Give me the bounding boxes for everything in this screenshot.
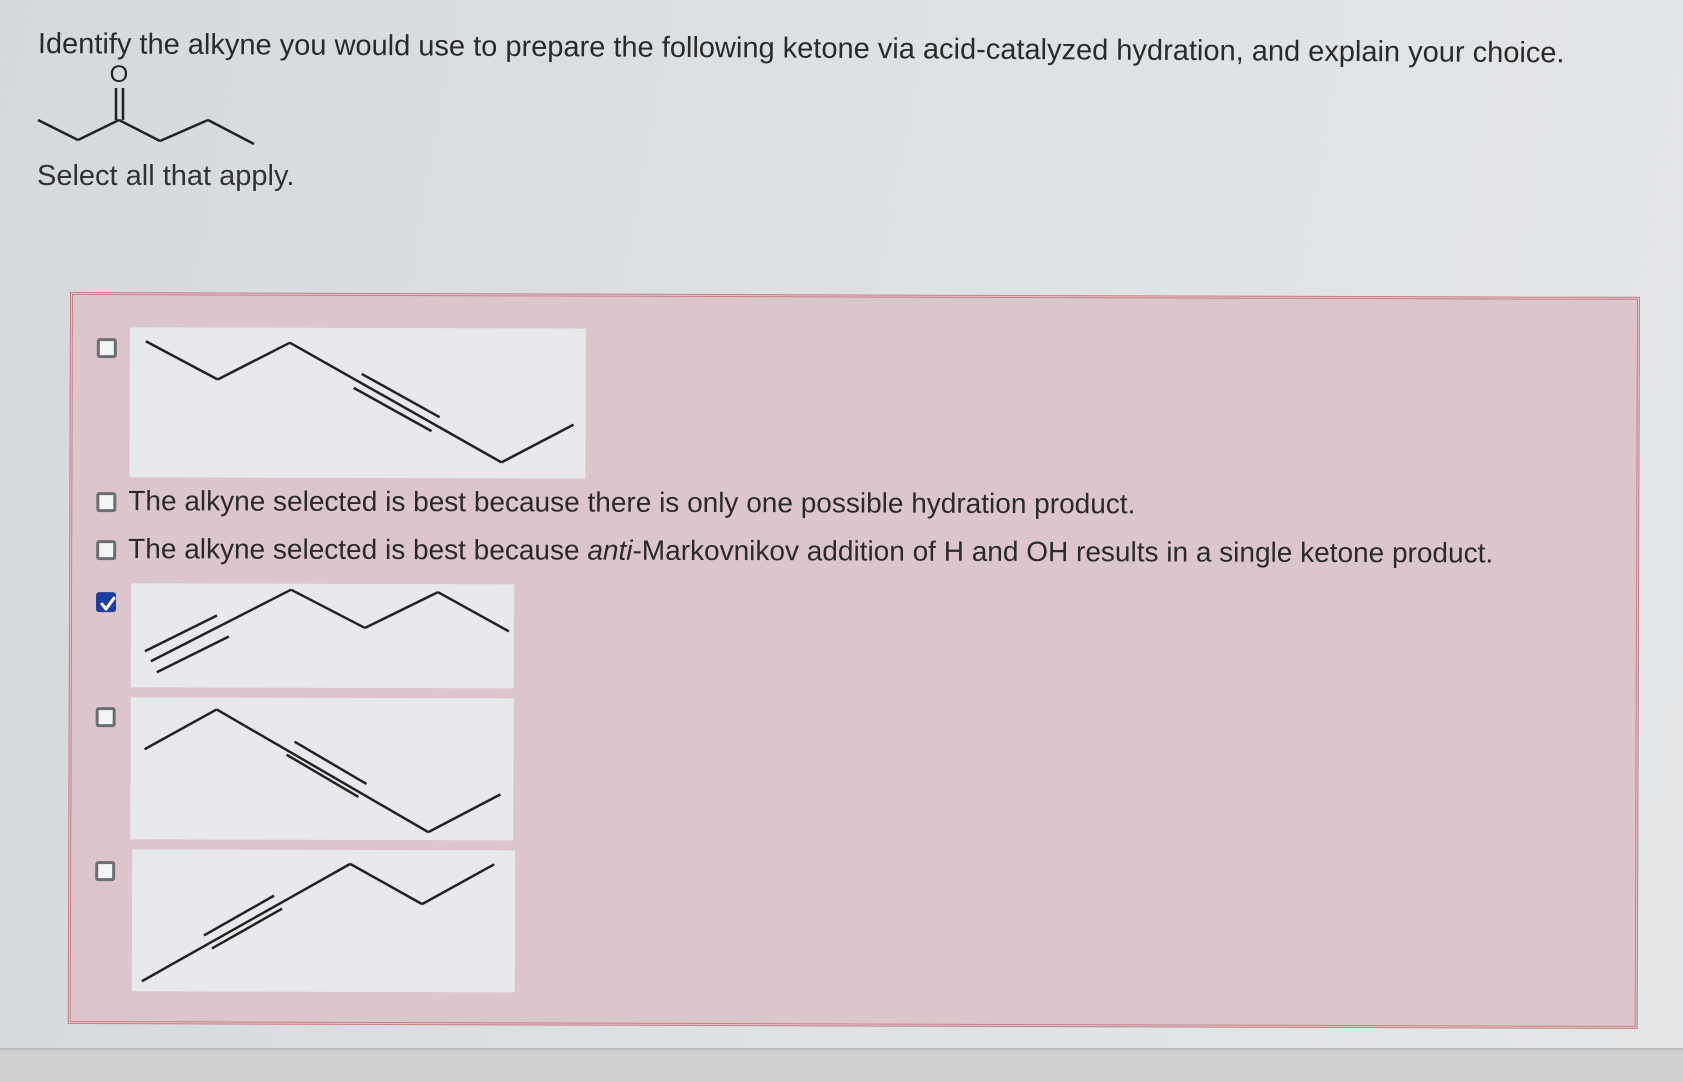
- select-all-instruction: Select all that apply.: [37, 160, 295, 192]
- option-6-structure-card[interactable]: [131, 849, 516, 993]
- option-3-text-end: -Markovnikov addition of H and OH result…: [632, 534, 1494, 569]
- ketone-skeletal-formula: O: [37, 61, 255, 146]
- option-5-structure-card[interactable]: [130, 697, 514, 841]
- option-6-checkbox[interactable]: [95, 861, 116, 882]
- checkmark-icon: [100, 596, 116, 611]
- alkyne-structure-5: [143, 708, 502, 834]
- option-3-text[interactable]: The alkyne selected is best because anti…: [128, 533, 1493, 569]
- option-4-structure-card[interactable]: [130, 583, 515, 689]
- option-1-checkbox[interactable]: [96, 338, 117, 359]
- option-1-structure-card[interactable]: [129, 327, 586, 479]
- option-4-checkbox[interactable]: [95, 592, 117, 613]
- option-3-checkbox[interactable]: [96, 540, 117, 561]
- answer-options-panel: The alkyne selected is best because ther…: [67, 292, 1640, 1029]
- option-3-text-italic: anti: [587, 534, 633, 566]
- alkyne-structure-4: [144, 588, 510, 674]
- option-2-checkbox[interactable]: [96, 492, 117, 513]
- option-5-checkbox[interactable]: [95, 707, 116, 728]
- oxygen-label: O: [110, 62, 129, 88]
- alkyne-structure-6: [141, 862, 495, 983]
- option-3-text-start: The alkyne selected is best because: [128, 533, 588, 566]
- option-2-text[interactable]: The alkyne selected is best because ther…: [128, 485, 1135, 520]
- ketone-structure-image: O: [30, 61, 270, 162]
- taskbar: [0, 1048, 1683, 1082]
- alkyne-structure-1: [145, 340, 575, 464]
